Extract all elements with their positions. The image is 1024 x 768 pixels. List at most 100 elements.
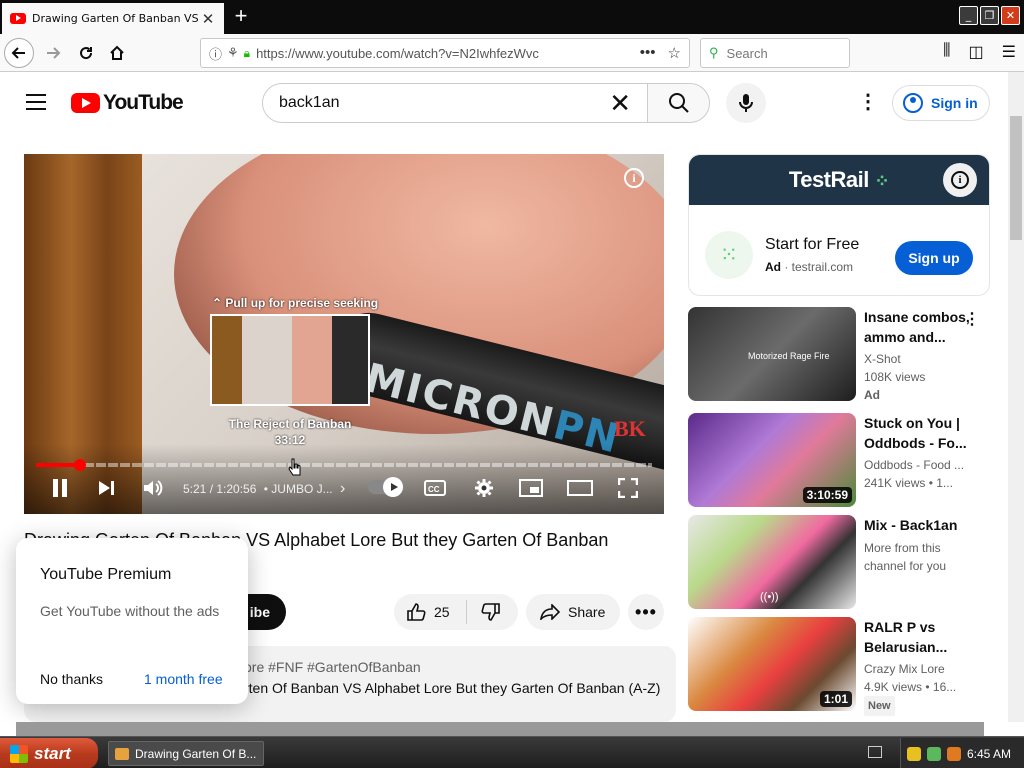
clock: 6:45 AM [967,746,1012,761]
youtube-search-input[interactable]: back1an ✕ [262,83,648,123]
sign-in-button[interactable]: Sign in [892,85,990,121]
scrollbar-thumb[interactable] [1010,116,1022,240]
chapter-label: • JUMBO J... [263,482,333,496]
ad-banner[interactable]: TestRail ⁘ i [689,155,989,205]
horizontal-scrollbar[interactable] [16,722,984,736]
next-button[interactable] [94,476,118,500]
search-tray-icon[interactable] [947,746,961,761]
recommendation-channel: Oddbods - Food ... [864,458,965,472]
start-label: start [34,743,71,763]
progress-scrubber[interactable] [73,459,86,471]
reload-button[interactable] [71,38,101,68]
thumbs-up-icon [407,603,426,621]
account-circle-icon [903,93,923,113]
clear-search-icon[interactable]: ✕ [609,88,631,119]
ad-badge: Ad [864,388,880,402]
no-thanks-button[interactable]: No thanks [40,671,103,687]
sidebar-icon[interactable]: ◫ [969,42,984,62]
permissions-icon: ⚘ [227,45,239,60]
description-hashtags[interactable]: ore #FNF #GartenOfBanban [244,659,421,675]
menu-icon[interactable]: ☰ [1002,42,1016,62]
item-menu-icon[interactable]: ⋮ [964,309,980,329]
recommendation-views: 108K views [864,370,926,384]
taskbar-window-button[interactable]: Drawing Garten Of B... [108,741,264,766]
miniplayer-button[interactable] [518,476,544,500]
recommendation-item[interactable]: Motorized Rage Fire Insane combos, ammo … [688,307,990,403]
video-player[interactable]: MICRONPN BK i ⌃ Pull up for precise seek… [24,154,664,514]
settings-button[interactable] [472,476,496,500]
site-info-icons[interactable]: ⓘ ⚘ 🔒︎ [209,44,250,63]
volume-button[interactable] [141,476,165,500]
sign-in-label: Sign in [931,95,978,111]
one-month-free-button[interactable]: 1 month free [144,671,223,687]
progress-bar[interactable] [36,459,652,471]
guide-menu-icon[interactable] [26,94,46,115]
theater-mode-button[interactable] [566,476,594,500]
share-button[interactable]: Share [526,594,620,630]
recommendation-title[interactable]: Insane combos, ammo and... [864,307,972,347]
thumbs-down-icon [481,603,500,621]
tab-close-button[interactable]: ✕ [200,10,216,28]
recommendation-channel: More from this [864,541,941,555]
captions-button[interactable]: CC [422,476,448,500]
library-icon[interactable]: ⫼ [943,42,950,62]
recommendation-item[interactable]: 3:10:59 Stuck on You | Oddbods - Fo... O… [688,413,990,509]
fullscreen-button[interactable] [616,476,640,500]
url-actions: ••• ☆ [640,44,681,62]
search-button[interactable] [647,83,710,123]
testrail-mark-icon: ⁘ [874,171,890,191]
ad-info-button[interactable]: i [943,163,977,197]
recommendation-channel: Crazy Mix Lore [864,662,945,676]
video-thumbnail[interactable]: 1:01 [688,617,856,711]
youtube-play-icon [71,93,100,113]
recommendation-title[interactable]: Mix - Back1an [864,515,972,535]
ad-sign-up-button[interactable]: Sign up [895,241,973,275]
video-info-icon[interactable]: i [624,168,644,188]
video-thumbnail[interactable]: 3:10:59 [688,413,856,507]
sidebar-ad[interactable]: TestRail ⁘ i ⁙ Start for Free Ad · testr… [688,154,990,296]
video-thumbnail[interactable]: Motorized Rage Fire [688,307,856,401]
home-button[interactable] [102,38,132,68]
voice-search-button[interactable] [726,83,766,123]
minimize-button[interactable]: _ [959,6,978,25]
recommendation-item[interactable]: ((•)) Mix - Back1an More from this chann… [688,515,990,611]
volume-icon [144,480,163,496]
security-shield-icon[interactable] [907,746,921,761]
recommendation-views: channel for you [864,559,947,573]
bookmark-star-icon[interactable]: ☆ [668,44,681,62]
youtube-favicon-icon [10,13,26,24]
page-actions-button[interactable]: ••• [640,44,656,62]
reload-icon [80,47,93,60]
pause-button[interactable] [48,476,72,500]
windows-taskbar: start Drawing Garten Of B... 6:45 AM [0,736,1024,768]
network-icon[interactable] [927,746,941,761]
page-scrollbar[interactable] [1008,72,1024,722]
browser-tab[interactable]: Drawing Garten Of Banban VS Alphabet Lor… [2,3,224,34]
start-button[interactable]: start [0,738,98,768]
recommendation-item[interactable]: 1:01 RALR P vs Belarusian... Crazy Mix L… [688,617,990,716]
back-button[interactable] [4,38,34,68]
share-icon [540,604,560,620]
restore-button[interactable]: ❐ [980,6,999,25]
youtube-premium-popup: YouTube Premium Get YouTube without the … [16,538,248,704]
mix-radio-icon: ((•)) [760,591,779,603]
recommendation-title[interactable]: RALR P vs Belarusian... [864,617,972,657]
video-thumbnail[interactable]: ((•)) [688,515,856,609]
forward-button[interactable] [38,38,68,68]
browser-toolbar: ⓘ ⚘ 🔒︎ https://www.youtube.com/watch?v=N… [0,34,1024,72]
dislike-button[interactable] [467,602,517,622]
youtube-logo[interactable]: YouTube [71,91,184,115]
keyboard-icon[interactable] [868,746,882,758]
search-placeholder: Search [726,45,768,61]
theater-icon [567,480,593,496]
url-bar[interactable]: ⓘ ⚘ 🔒︎ https://www.youtube.com/watch?v=N… [200,38,690,68]
browser-search-box[interactable]: ⚲ Search [700,38,850,68]
more-actions-button[interactable]: ••• [628,594,664,630]
autoplay-toggle[interactable] [368,477,404,497]
settings-kebab-icon[interactable]: ⋮ [858,92,878,112]
new-tab-button[interactable]: + [230,4,252,28]
close-window-button[interactable]: ✕ [1001,6,1020,25]
seek-preview-thumbnail [210,314,370,406]
recommendation-title[interactable]: Stuck on You | Oddbods - Fo... [864,413,972,453]
like-button[interactable]: 25 [394,600,467,624]
